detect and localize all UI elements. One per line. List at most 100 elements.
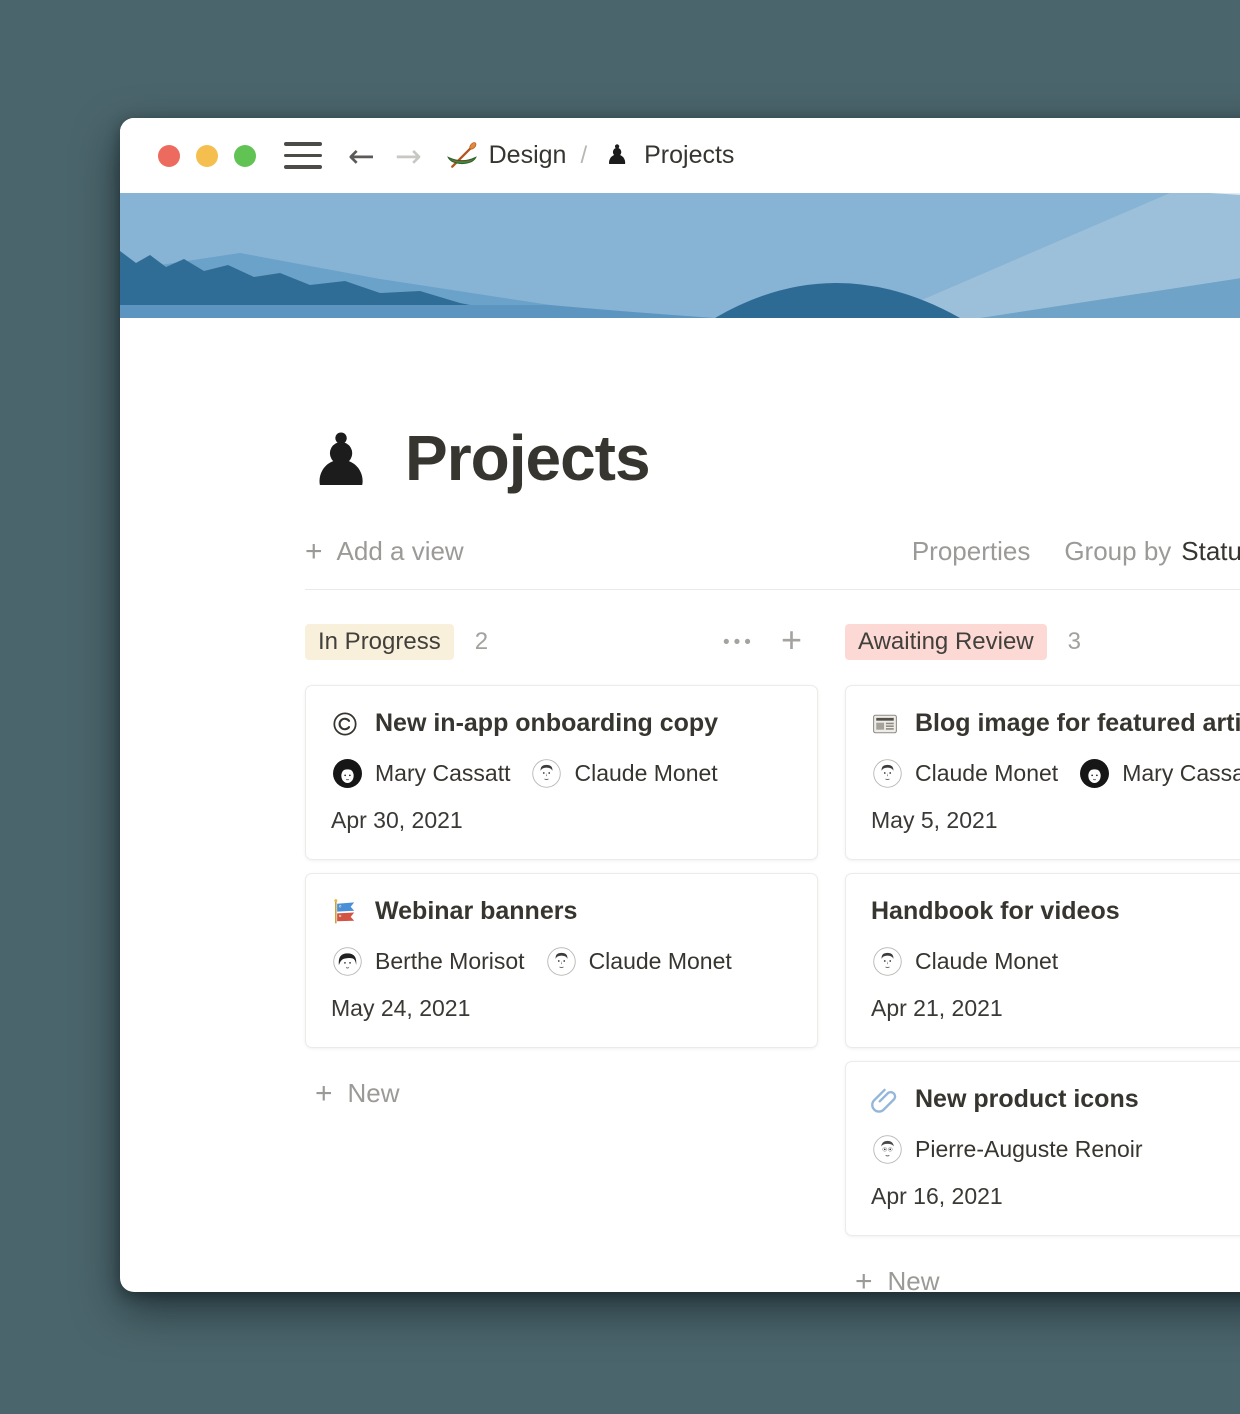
card[interactable]: Webinar banners Berthe Morisot Claude Mone… [305, 873, 818, 1048]
column-actions: •••+ [723, 626, 818, 658]
column-add-icon[interactable]: + [781, 622, 802, 658]
group-by-value: Status [1181, 536, 1240, 567]
card-people-row: Claude Monet Mary Cassatt [871, 759, 1240, 788]
person-name: Claude Monet [589, 948, 732, 975]
breadcrumb-label: Projects [644, 141, 734, 170]
page-content: ♟ Projects + Add a view Properties Group… [120, 418, 1240, 1292]
group-by-button[interactable]: Group by Status [1064, 536, 1240, 567]
claude-monet-avatar [873, 947, 902, 976]
pierre-auguste-renoir-avatar [873, 1135, 902, 1164]
person-name: Mary Cassatt [375, 760, 510, 787]
card-date: Apr 16, 2021 [871, 1183, 1240, 1210]
add-view-label: Add a view [337, 536, 464, 567]
card-people-row: Pierre-Auguste Renoir [871, 1135, 1240, 1164]
pawn-icon[interactable]: ♟ [305, 418, 377, 496]
berthe-morisot-avatar [333, 947, 362, 976]
mary-cassatt-avatar [1080, 759, 1109, 788]
person: Claude Monet [532, 759, 717, 788]
person-name: Claude Monet [574, 760, 717, 787]
person: Claude Monet [873, 759, 1058, 788]
plus-icon: + [315, 1079, 333, 1109]
page-title[interactable]: Projects [405, 422, 650, 496]
column-more-icon[interactable]: ••• [723, 633, 755, 652]
person: Mary Cassatt [333, 759, 510, 788]
person-name: Claude Monet [915, 760, 1058, 787]
close-button[interactable] [158, 145, 180, 167]
card[interactable]: Blog image for featured article Claude Mo… [845, 685, 1240, 860]
add-card-label: New [348, 1078, 400, 1109]
properties-button[interactable]: Properties [912, 536, 1031, 567]
column-header: Awaiting Review 3 [845, 623, 1240, 661]
card-date: May 5, 2021 [871, 807, 1240, 834]
titlebar: ← → Design / ♟ Projects [120, 118, 1240, 193]
menu-icon[interactable] [284, 142, 322, 169]
card-title-row: Blog image for featured article [871, 709, 1240, 738]
add-card-button[interactable]: + New [845, 1266, 1240, 1292]
card-title-text: New product icons [915, 1085, 1139, 1114]
pawn-icon: ♟ [601, 140, 633, 172]
breadcrumb-separator: / [580, 142, 587, 170]
breadcrumb-item-design[interactable]: Design [446, 140, 567, 172]
card-list: New in-app onboarding copy Mary Cassatt Cl… [305, 685, 818, 1048]
claude-monet-avatar [532, 759, 561, 788]
column-count: 3 [1068, 628, 1081, 656]
add-view-button[interactable]: + Add a view [305, 536, 464, 567]
toolbar-right: Properties Group by Status [912, 536, 1240, 567]
add-card-label: New [888, 1266, 940, 1292]
paperclip-icon [871, 1086, 899, 1114]
board-column: Awaiting Review 3 Blog image for featured … [845, 623, 1240, 1292]
person: Mary Cassatt [1080, 759, 1240, 788]
carp-streamer-icon [331, 898, 359, 926]
newspaper-icon [871, 710, 899, 738]
person: Claude Monet [547, 947, 732, 976]
card-date: Apr 30, 2021 [331, 807, 792, 834]
card-title-text: Handbook for videos [871, 897, 1120, 926]
claude-monet-avatar [547, 947, 576, 976]
copyright-icon [331, 710, 359, 738]
person-name: Berthe Morisot [375, 948, 525, 975]
column-status-badge[interactable]: Awaiting Review [845, 624, 1047, 660]
board-column: In Progress2•••+New in-app onboarding co… [305, 623, 818, 1292]
page-header: ♟ Projects [305, 418, 1240, 496]
group-by-label: Group by [1064, 536, 1171, 567]
person: Pierre-Auguste Renoir [873, 1135, 1143, 1164]
breadcrumb-item-projects[interactable]: ♟ Projects [601, 140, 734, 172]
card[interactable]: Handbook for videosClaude MonetApr 21, 2… [845, 873, 1240, 1048]
person: Berthe Morisot [333, 947, 525, 976]
minimize-button[interactable] [196, 145, 218, 167]
card-people-row: Claude Monet [871, 947, 1240, 976]
card[interactable]: New product icons Pierre-Auguste Renoir Ap… [845, 1061, 1240, 1236]
breadcrumb-label: Design [489, 141, 567, 170]
card-title-row: New product icons [871, 1085, 1240, 1114]
card-title-text: Blog image for featured article [915, 709, 1240, 738]
card-title-row: Handbook for videos [871, 897, 1240, 926]
person-name: Pierre-Auguste Renoir [915, 1136, 1143, 1163]
app-window: ← → Design / ♟ Projects [120, 118, 1240, 1292]
card-people-row: Mary Cassatt Claude Monet [331, 759, 792, 788]
plus-icon: + [855, 1267, 873, 1293]
breadcrumb: Design / ♟ Projects [446, 140, 735, 172]
column-header: In Progress2•••+ [305, 623, 818, 661]
person: Claude Monet [873, 947, 1058, 976]
view-toolbar: + Add a view Properties Group by Status [305, 536, 1240, 567]
card[interactable]: New in-app onboarding copy Mary Cassatt Cl… [305, 685, 818, 860]
back-button[interactable]: ← [348, 140, 375, 172]
toolbar-divider [305, 589, 1240, 590]
card-title-row: Webinar banners [331, 897, 792, 926]
add-card-button[interactable]: + New [305, 1078, 818, 1109]
card-title-text: New in-app onboarding copy [375, 709, 718, 738]
column-status-badge[interactable]: In Progress [305, 624, 454, 660]
person-name: Claude Monet [915, 948, 1058, 975]
forward-button[interactable]: → [395, 140, 422, 172]
mary-cassatt-avatar [333, 759, 362, 788]
person-name: Mary Cassatt [1122, 760, 1240, 787]
column-count: 2 [475, 628, 488, 656]
board: In Progress2•••+New in-app onboarding co… [305, 623, 1240, 1292]
canoe-icon [446, 140, 478, 172]
card-title-row: New in-app onboarding copy [331, 709, 792, 738]
window-controls [158, 145, 256, 167]
zoom-button[interactable] [234, 145, 256, 167]
card-date: May 24, 2021 [331, 995, 792, 1022]
desktop: { "titlebar": { "window_buttons": ["clos… [0, 0, 1240, 1414]
plus-icon: + [305, 537, 323, 567]
